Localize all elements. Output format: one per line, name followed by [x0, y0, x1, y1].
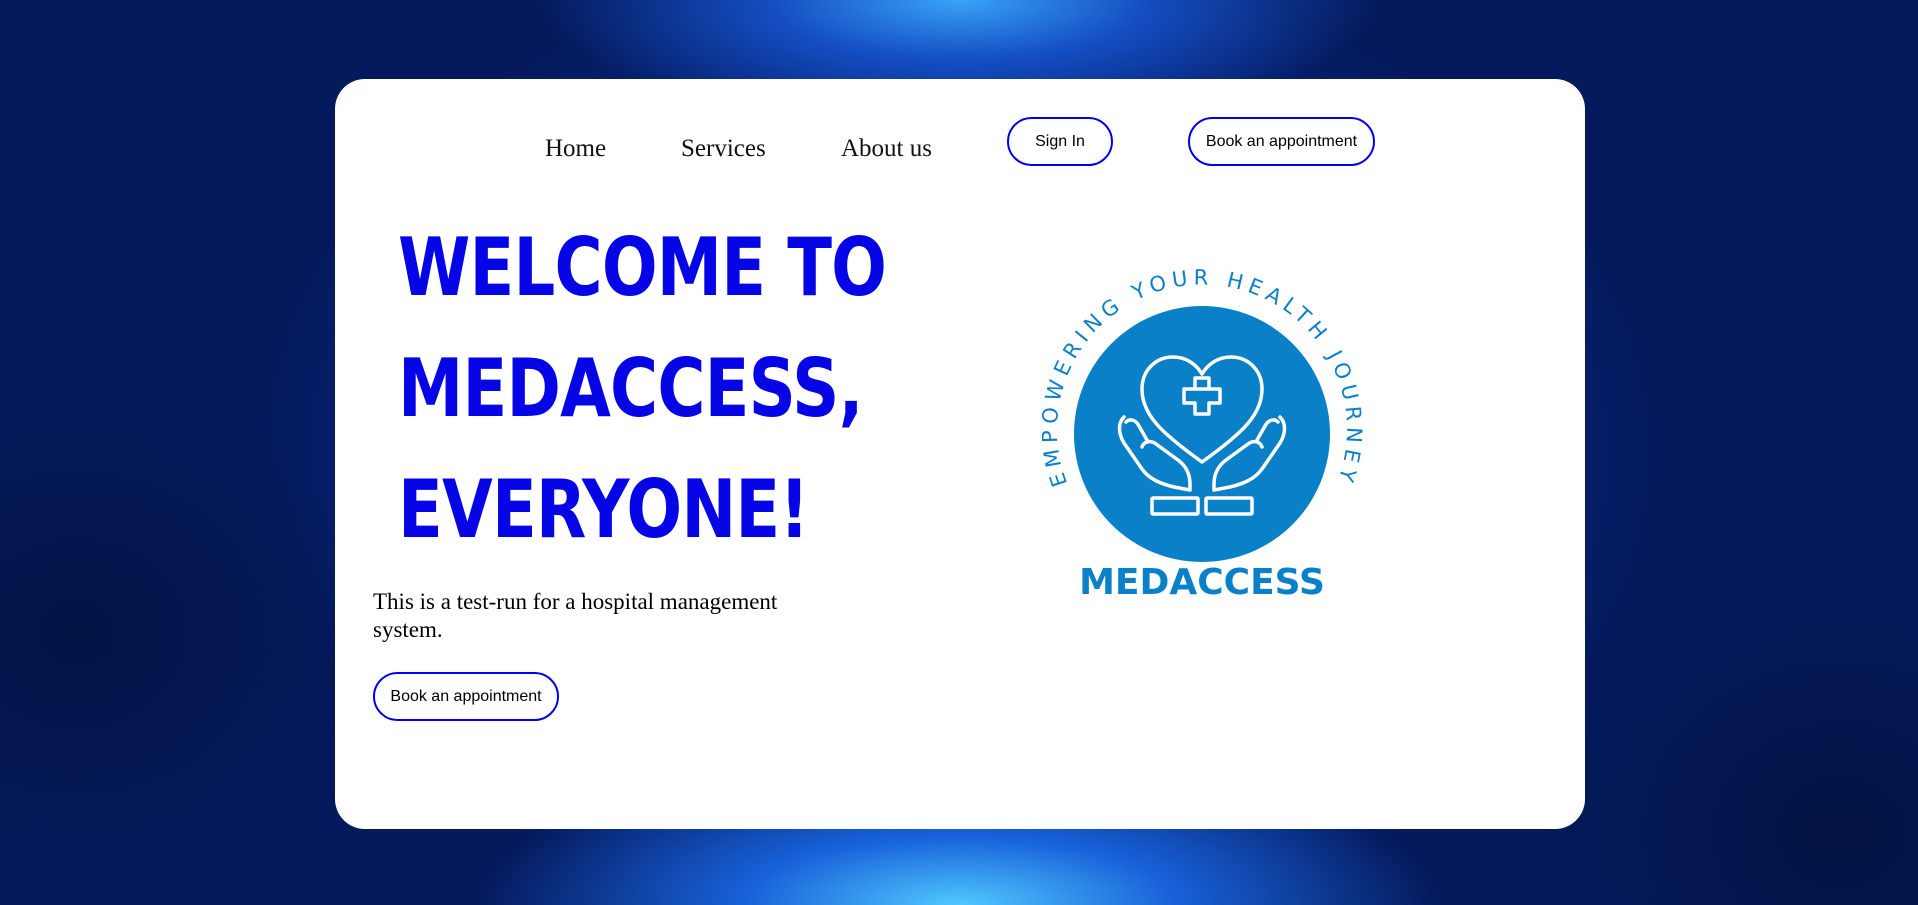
hero-intro-text: This is a test-run for a hospital manage… [373, 589, 778, 642]
nav-home-link[interactable]: Home [545, 123, 606, 175]
hero-book-appointment-button[interactable]: Book an appointment [373, 672, 559, 721]
sign-in-button[interactable]: Sign In [1007, 117, 1113, 166]
nav-book-appointment-button[interactable]: Book an appointment [1188, 117, 1375, 166]
hero-headline-line-3: EVERYONE! [398, 463, 809, 556]
nav-services-link[interactable]: Services [681, 123, 766, 175]
logo-wordmark: MEDACCESS [1079, 562, 1325, 603]
hero-headline-line-2: MEDACCESS, [398, 342, 864, 435]
medaccess-logo: EMPOWERING YOUR HEALTH JOURNEY MEDACCESS [1038, 254, 1382, 614]
logo-circle [1074, 306, 1330, 562]
hero-headline-line-1: WELCOME TO [398, 221, 887, 314]
main-card: Home Services About us Sign In Book an a… [335, 79, 1585, 829]
medaccess-logo-graphic: EMPOWERING YOUR HEALTH JOURNEY MEDACCESS [1038, 265, 1361, 603]
hero-headline: WELCOME TO MEDACCESS, EVERYONE! [398, 207, 887, 570]
nav-about-link[interactable]: About us [841, 123, 932, 175]
